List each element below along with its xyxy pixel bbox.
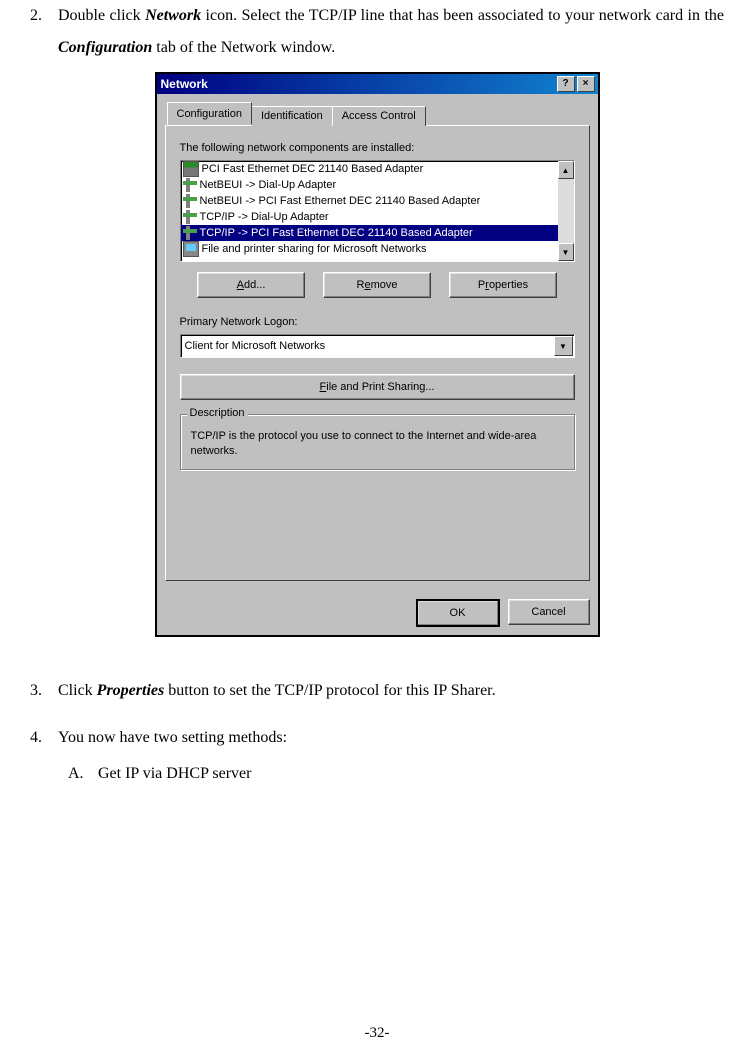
groupbox-title: Description: [187, 407, 248, 419]
step-number: 2.: [30, 0, 58, 64]
primary-logon-dropdown[interactable]: Client for Microsoft Networks ▼: [180, 334, 575, 358]
list-item[interactable]: NetBEUI -> PCI Fast Ethernet DEC 21140 B…: [181, 193, 558, 209]
components-listbox[interactable]: PCI Fast Ethernet DEC 21140 Based Adapte…: [180, 160, 575, 262]
tab-strip: Configuration Identification Access Cont…: [167, 102, 590, 125]
dropdown-value: Client for Microsoft Networks: [181, 340, 553, 352]
list-item[interactable]: TCP/IP -> Dial-Up Adapter: [181, 209, 558, 225]
step-number: 3.: [30, 677, 58, 706]
chevron-down-icon[interactable]: ▼: [554, 336, 573, 356]
description-groupbox: Description TCP/IP is the protocol you u…: [180, 414, 575, 470]
step-text: Click Properties button to set the TCP/I…: [58, 677, 724, 706]
list-item[interactable]: PCI Fast Ethernet DEC 21140 Based Adapte…: [181, 161, 558, 177]
step-text: You now have two setting methods:: [58, 724, 724, 753]
cancel-button[interactable]: Cancel: [508, 599, 590, 625]
protocol-icon: [183, 226, 197, 240]
add-button[interactable]: Add...: [197, 272, 305, 298]
list-item[interactable]: NetBEUI -> Dial-Up Adapter: [181, 177, 558, 193]
remove-button[interactable]: Remove: [323, 272, 431, 298]
protocol-icon: [183, 178, 197, 192]
list-item-selected[interactable]: TCP/IP -> PCI Fast Ethernet DEC 21140 Ba…: [181, 225, 558, 241]
protocol-icon: [183, 210, 197, 224]
network-dialog-figure: Network ? × Configuration Identification…: [155, 72, 600, 637]
keyword-network: Network: [145, 7, 201, 24]
substep-text: Get IP via DHCP server: [98, 759, 251, 789]
scroll-down-button[interactable]: ▼: [558, 243, 574, 261]
service-icon: [183, 241, 199, 257]
step-number: 4.: [30, 724, 58, 753]
properties-button[interactable]: Properties: [449, 272, 557, 298]
scroll-up-button[interactable]: ▲: [558, 161, 574, 179]
close-button[interactable]: ×: [577, 76, 595, 92]
instruction-step-4: 4. You now have two setting methods:: [30, 724, 724, 753]
tab-identification[interactable]: Identification: [251, 106, 333, 126]
page-number: -32-: [0, 1025, 754, 1042]
network-dialog: Network ? × Configuration Identification…: [155, 72, 600, 637]
description-text: TCP/IP is the protocol you use to connec…: [191, 429, 564, 459]
protocol-icon: [183, 194, 197, 208]
tab-configuration[interactable]: Configuration: [167, 102, 252, 125]
titlebar-text: Network: [161, 77, 557, 91]
adapter-icon: [183, 161, 199, 177]
components-label: The following network components are ins…: [180, 142, 575, 154]
listbox-scrollbar[interactable]: ▲ ▼: [558, 161, 574, 261]
keyword-properties: Properties: [97, 682, 165, 699]
instruction-step-4a: A. Get IP via DHCP server: [30, 759, 724, 789]
file-print-sharing-button[interactable]: File and Print Sharing...: [180, 374, 575, 400]
step-text: Double click Network icon. Select the TC…: [58, 0, 724, 64]
tab-panel-configuration: The following network components are ins…: [165, 125, 590, 581]
logon-label: Primary Network Logon:: [180, 316, 575, 328]
list-item[interactable]: File and printer sharing for Microsoft N…: [181, 241, 558, 257]
ok-button[interactable]: OK: [416, 599, 500, 627]
substep-letter: A.: [68, 759, 98, 789]
tab-access-control[interactable]: Access Control: [332, 106, 426, 126]
help-button[interactable]: ?: [557, 76, 575, 92]
keyword-configuration: Configuration: [58, 39, 152, 56]
scroll-track[interactable]: [558, 179, 574, 243]
instruction-step-2: 2. Double click Network icon. Select the…: [30, 0, 724, 64]
instruction-step-3: 3. Click Properties button to set the TC…: [30, 677, 724, 706]
titlebar: Network ? ×: [157, 74, 598, 94]
